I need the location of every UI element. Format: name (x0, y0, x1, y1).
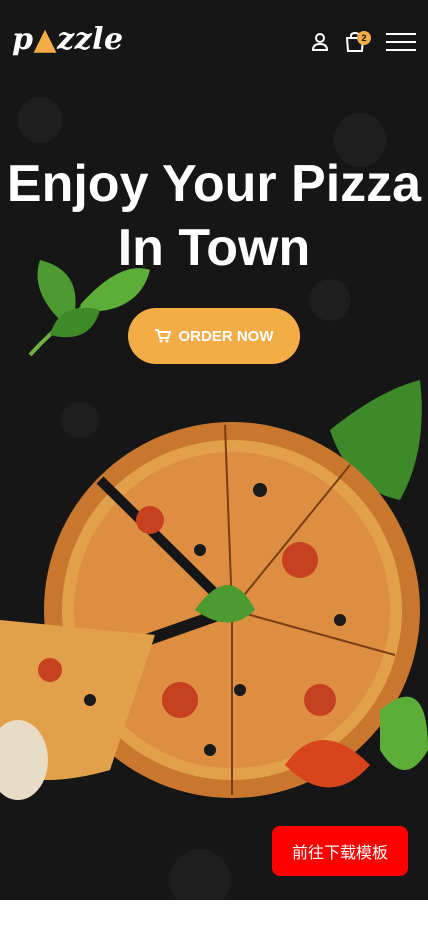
user-icon[interactable] (308, 30, 332, 54)
pizza-image (0, 380, 428, 800)
download-template-button[interactable]: 前往下载模板 (272, 826, 408, 876)
hamburger-menu-icon[interactable] (386, 33, 416, 51)
logo-end: zzle (57, 22, 124, 57)
pizza-slice-icon: ▲ (33, 22, 58, 57)
order-now-button[interactable]: ORDER NOW (128, 308, 300, 364)
site-header: p▲zzle 2 (0, 0, 428, 80)
order-now-label: ORDER NOW (178, 327, 274, 345)
hero-headline: Enjoy Your Pizza In Town (6, 155, 422, 277)
cart-count-badge: 2 (357, 31, 371, 45)
logo-start: p (12, 22, 34, 57)
logo[interactable]: p▲zzle (12, 22, 124, 57)
cart-icon (154, 329, 171, 343)
hero-section: p▲zzle 2 Enjoy Your Pizza In Town ORDER … (0, 0, 428, 900)
